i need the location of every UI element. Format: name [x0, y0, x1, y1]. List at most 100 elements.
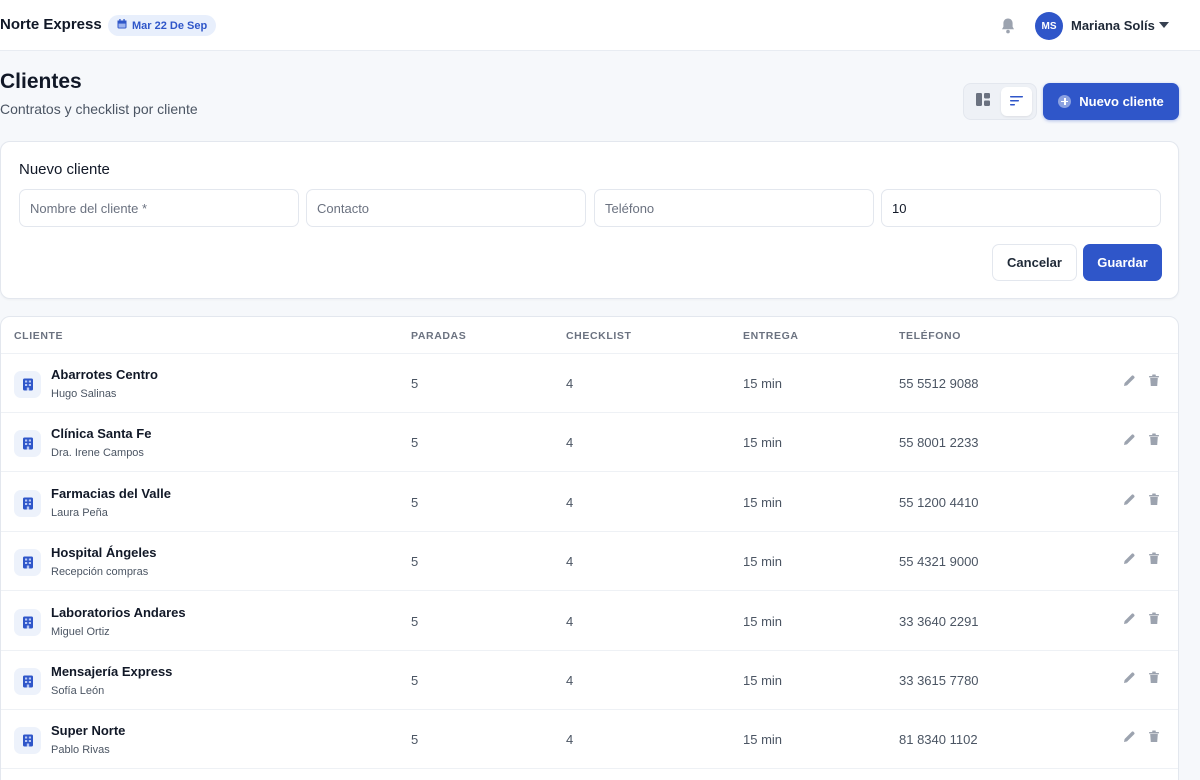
pencil-icon[interactable] — [1123, 730, 1137, 744]
table-row[interactable]: Clínica Santa Fe Dra. Irene Campos 5 4 1… — [1, 413, 1178, 473]
building-icon — [14, 489, 41, 517]
view-toggle — [963, 83, 1037, 120]
pencil-icon[interactable] — [1123, 374, 1137, 388]
checklist-count: 4 — [566, 494, 574, 510]
table-row[interactable]: Hospital Ángeles Recepción compras 5 4 1… — [1, 532, 1178, 592]
client-phone: 55 5512 9088 — [899, 376, 979, 391]
client-phone: 81 8340 1102 — [899, 732, 978, 748]
client-phone: 55 8001 2233 — [899, 435, 979, 451]
client-name: Hospital Ángeles — [51, 545, 157, 561]
checklist-count: 4 — [566, 435, 574, 451]
user-name[interactable]: Mariana Solís — [1071, 18, 1155, 33]
column-header-client: CLIENTE — [14, 330, 64, 342]
trash-icon[interactable] — [1148, 730, 1162, 744]
table-row[interactable]: Abarrotes Centro Hugo Salinas 5 4 15 min… — [1, 354, 1178, 413]
column-header-phone: TELÉFONO — [899, 330, 961, 342]
stops-count: 5 — [411, 673, 419, 688]
brand-name[interactable]: Norte Express — [0, 16, 102, 33]
column-header-stops: PARADAS — [411, 330, 467, 342]
delivery-minutes-input[interactable] — [881, 189, 1161, 227]
form-title: Nuevo cliente — [19, 161, 110, 178]
checklist-count: 4 — [566, 613, 574, 629]
delivery-time: 15 min — [743, 554, 783, 570]
page-subtitle: Contratos y checklist por cliente — [0, 101, 198, 117]
stops-count: 5 — [411, 732, 419, 748]
stops-count: 5 — [411, 613, 419, 629]
chevron-down-icon[interactable] — [1159, 22, 1169, 28]
pencil-icon[interactable] — [1123, 671, 1137, 685]
client-contact: Miguel Ortiz — [51, 625, 110, 638]
client-contact: Sofía León — [51, 685, 105, 697]
column-header-checklist: CHECKLIST — [566, 330, 632, 342]
building-icon — [14, 371, 41, 398]
pencil-icon[interactable] — [1123, 493, 1137, 507]
calendar-icon — [117, 19, 127, 32]
cancel-button[interactable]: Cancelar — [992, 244, 1077, 281]
save-button[interactable]: Guardar — [1083, 244, 1162, 281]
pencil-icon[interactable] — [1123, 552, 1137, 566]
client-contact: Dra. Irene Campos — [51, 447, 144, 460]
trash-icon[interactable] — [1148, 552, 1162, 566]
checklist-count: 4 — [566, 673, 574, 688]
delivery-time: 15 min — [743, 376, 783, 391]
checklist-count: 4 — [566, 376, 574, 391]
trash-icon[interactable] — [1148, 671, 1162, 685]
pencil-icon[interactable] — [1123, 433, 1137, 447]
column-header-delivery: ENTREGA — [743, 330, 799, 342]
delivery-time: 15 min — [743, 435, 783, 451]
date-chip[interactable]: Mar 22 De Sep — [108, 15, 217, 36]
pencil-icon[interactable] — [1123, 612, 1137, 626]
avatar[interactable]: MS — [1035, 12, 1063, 40]
client-name: Mensajería Express — [51, 664, 173, 679]
client-name-input[interactable] — [19, 189, 299, 227]
grid-view-icon — [975, 92, 990, 111]
contact-input[interactable] — [306, 189, 586, 227]
building-icon — [14, 430, 41, 458]
table-row[interactable]: Mensajería Express Sofía León 5 4 15 min… — [1, 651, 1178, 710]
client-name: Clínica Santa Fe — [51, 426, 152, 442]
stops-count: 5 — [411, 376, 419, 391]
stops-count: 5 — [411, 554, 419, 570]
phone-input[interactable] — [594, 189, 874, 227]
trash-icon[interactable] — [1148, 433, 1162, 447]
new-client-button[interactable]: Nuevo cliente — [1043, 83, 1179, 120]
client-phone: 33 3640 2291 — [899, 613, 979, 629]
trash-icon[interactable] — [1148, 374, 1162, 388]
delivery-time: 15 min — [743, 732, 783, 748]
client-name: Farmacias del Valle — [51, 485, 171, 501]
client-contact: Pablo Rivas — [51, 744, 110, 757]
delivery-time: 15 min — [743, 673, 783, 688]
new-client-form: Nuevo cliente Cancelar Guardar — [0, 141, 1179, 299]
client-phone: 55 4321 9000 — [899, 554, 979, 570]
current-date: Mar 22 De Sep — [132, 19, 208, 32]
bell-icon[interactable] — [1000, 17, 1016, 35]
list-view-button[interactable] — [1001, 87, 1032, 116]
client-contact: Laura Peña — [51, 506, 108, 519]
client-contact: Recepción compras — [51, 566, 149, 579]
top-bar: Norte Express Mar 22 De Sep MS Mariana S… — [0, 0, 1200, 51]
client-contact: Hugo Salinas — [51, 388, 117, 400]
building-icon — [14, 549, 41, 577]
client-phone: 55 1200 4410 — [899, 494, 979, 510]
stops-count: 5 — [411, 494, 419, 510]
new-client-label: Nuevo cliente — [1079, 94, 1164, 109]
building-icon — [14, 727, 41, 755]
list-view-icon — [1009, 93, 1024, 111]
plus-circle-icon — [1058, 95, 1072, 108]
client-phone: 33 3615 7780 — [899, 673, 979, 688]
delivery-time: 15 min — [743, 494, 783, 510]
table-row[interactable]: Super Norte Pablo Rivas 5 4 15 min 81 83… — [1, 710, 1178, 770]
table-row[interactable]: Farmacias del Valle Laura Peña 5 4 15 mi… — [1, 473, 1178, 532]
building-icon — [14, 608, 41, 636]
table-row[interactable]: Laboratorios Andares Miguel Ortiz 5 4 15… — [1, 592, 1178, 651]
table-header: CLIENTE PARADAS CHECKLIST ENTREGA TELÉFO… — [1, 317, 1178, 354]
trash-icon[interactable] — [1148, 493, 1162, 507]
stops-count: 5 — [411, 435, 419, 451]
grid-view-button[interactable] — [967, 87, 998, 116]
checklist-count: 4 — [566, 554, 574, 570]
client-name: Laboratorios Andares — [51, 604, 186, 620]
delivery-time: 15 min — [743, 613, 783, 629]
trash-icon[interactable] — [1148, 612, 1162, 626]
client-name: Super Norte — [51, 723, 126, 739]
building-icon — [14, 668, 41, 695]
